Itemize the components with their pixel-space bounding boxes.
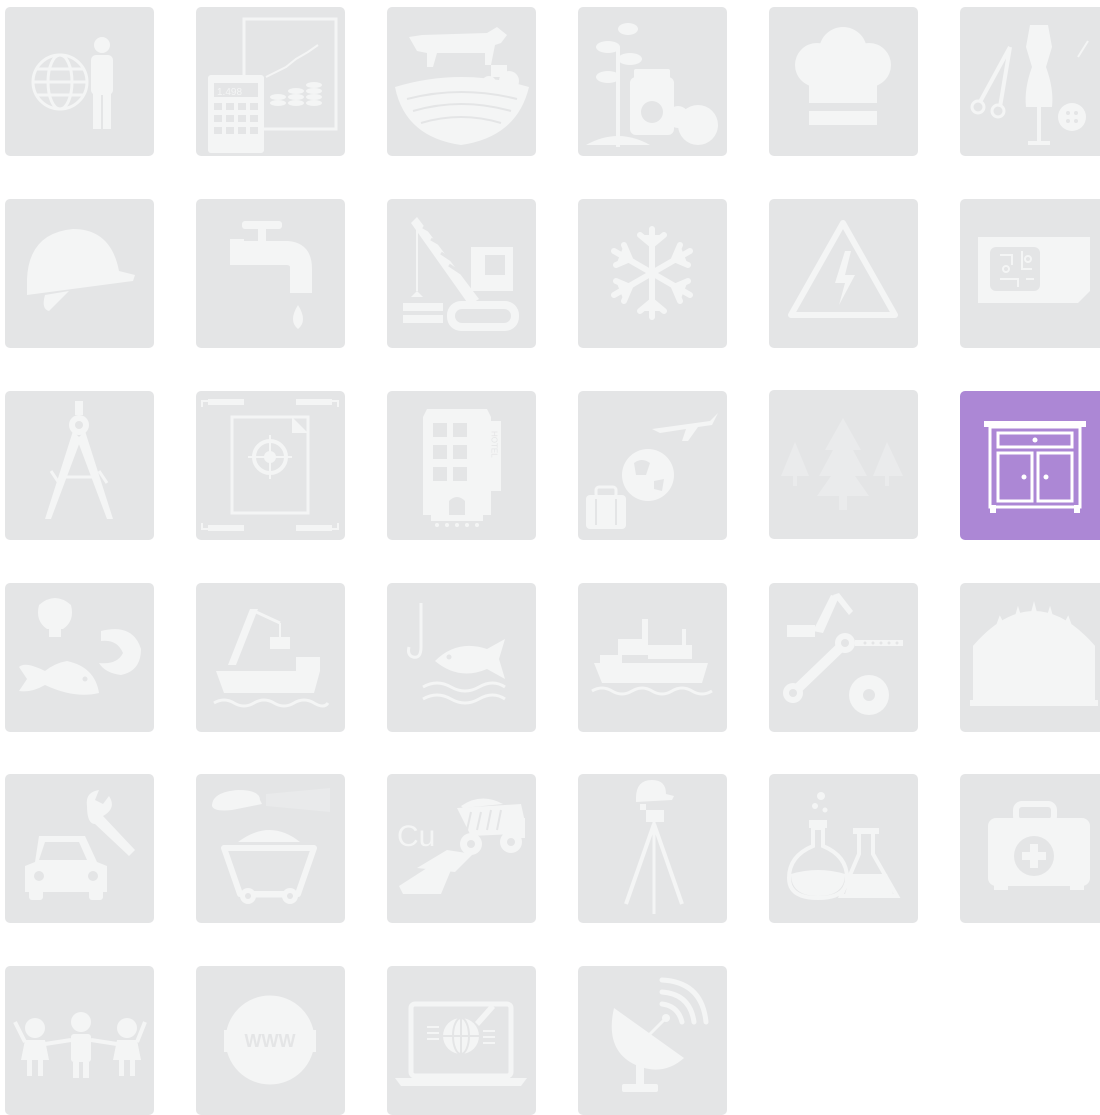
cow-farm-icon — [395, 27, 529, 145]
tile-seafood[interactable] — [5, 583, 154, 732]
sim-card-chip-icon — [978, 237, 1090, 303]
surveyor-tripod-icon — [624, 780, 684, 914]
hotel-building-icon: HOTEL — [423, 409, 501, 527]
hotel-sign-text: HOTEL — [490, 431, 499, 458]
car-repair-icon — [25, 790, 135, 900]
water-tap-icon — [230, 221, 312, 329]
calculator-chart-icon: 1.498 — [208, 17, 338, 153]
tile-cabinet-selected[interactable] — [960, 391, 1100, 540]
crane-icon — [403, 217, 519, 331]
tile-crane[interactable] — [387, 199, 536, 348]
copper-mining-truck-icon: Cu — [397, 798, 525, 894]
ship-crane-icon — [213, 609, 330, 708]
tile-calculator-chart[interactable]: 1.498 — [196, 7, 345, 156]
www-globe-icon: WWW — [224, 995, 316, 1085]
satellite-dish-icon — [611, 977, 709, 1092]
calculator-display-text: 1.498 — [217, 87, 242, 98]
tile-globe-person[interactable] — [5, 7, 154, 156]
tile-forest[interactable] — [769, 390, 918, 539]
plant-jar-fruit-icon — [586, 23, 718, 147]
tile-car-repair[interactable] — [5, 774, 154, 923]
first-aid-kit-icon — [988, 801, 1090, 890]
scissors-mannequin-icon — [970, 25, 1089, 145]
fishing-icon — [407, 603, 506, 705]
tile-www-globe[interactable]: WWW — [196, 966, 345, 1115]
drafting-compass-icon — [45, 401, 113, 519]
icon-grid: 1.498 HOTEL Cu WWW — [0, 0, 1100, 1115]
document-target-icon — [201, 399, 339, 531]
mining-cart-icon — [212, 788, 330, 904]
tile-high-voltage[interactable] — [769, 199, 918, 348]
chemistry-flasks-icon — [786, 792, 901, 901]
tile-surveyor-tripod[interactable] — [578, 774, 727, 923]
tile-document-target[interactable] — [196, 391, 345, 540]
travel-globe-plane-icon — [586, 413, 718, 529]
tile-laptop-globe[interactable] — [387, 966, 536, 1115]
tile-snowflake[interactable] — [578, 199, 727, 348]
tile-sim-card[interactable] — [960, 199, 1100, 348]
tile-fishing[interactable] — [387, 583, 536, 732]
tile-water-tap[interactable] — [196, 199, 345, 348]
globe-person-icon — [31, 37, 113, 129]
tile-copper-mining[interactable]: Cu — [387, 774, 536, 923]
tile-drafting-compass[interactable] — [5, 391, 154, 540]
tile-hotel-building[interactable]: HOTEL — [387, 391, 536, 540]
tile-chef-hat[interactable] — [769, 7, 918, 156]
cargo-ship-icon — [591, 619, 713, 696]
chef-hat-icon — [795, 27, 891, 125]
tile-children[interactable] — [5, 966, 154, 1115]
www-text: WWW — [245, 1031, 296, 1051]
tile-chemistry-flasks[interactable] — [769, 774, 918, 923]
hard-hat-icon — [27, 229, 135, 311]
children-icon — [13, 1012, 147, 1078]
tile-mining-cart[interactable] — [196, 774, 345, 923]
tile-cargo-ship[interactable] — [578, 583, 727, 732]
laptop-globe-icon — [395, 1001, 527, 1086]
forest-trees-icon — [781, 418, 903, 510]
hangar-structure-icon — [970, 601, 1098, 706]
tile-hangar[interactable] — [960, 583, 1100, 732]
tile-plant-jar-fruit[interactable] — [578, 7, 727, 156]
tile-ship-crane[interactable] — [196, 583, 345, 732]
high-voltage-warning-icon — [788, 220, 898, 318]
tile-cow-farm[interactable] — [387, 7, 536, 156]
cabinet-furniture-icon — [984, 421, 1086, 513]
tile-scissors-mannequin[interactable] — [960, 7, 1100, 156]
tile-robot-arm-gears[interactable] — [769, 583, 918, 732]
copper-symbol-text: Cu — [397, 820, 435, 853]
snowflake-icon — [611, 226, 693, 320]
tile-first-aid[interactable] — [960, 774, 1100, 923]
tile-satellite-dish[interactable] — [578, 966, 727, 1115]
tile-travel[interactable] — [578, 391, 727, 540]
tile-hard-hat[interactable] — [5, 199, 154, 348]
seafood-icon — [19, 598, 141, 695]
robot-arm-gears-icon — [783, 593, 903, 715]
